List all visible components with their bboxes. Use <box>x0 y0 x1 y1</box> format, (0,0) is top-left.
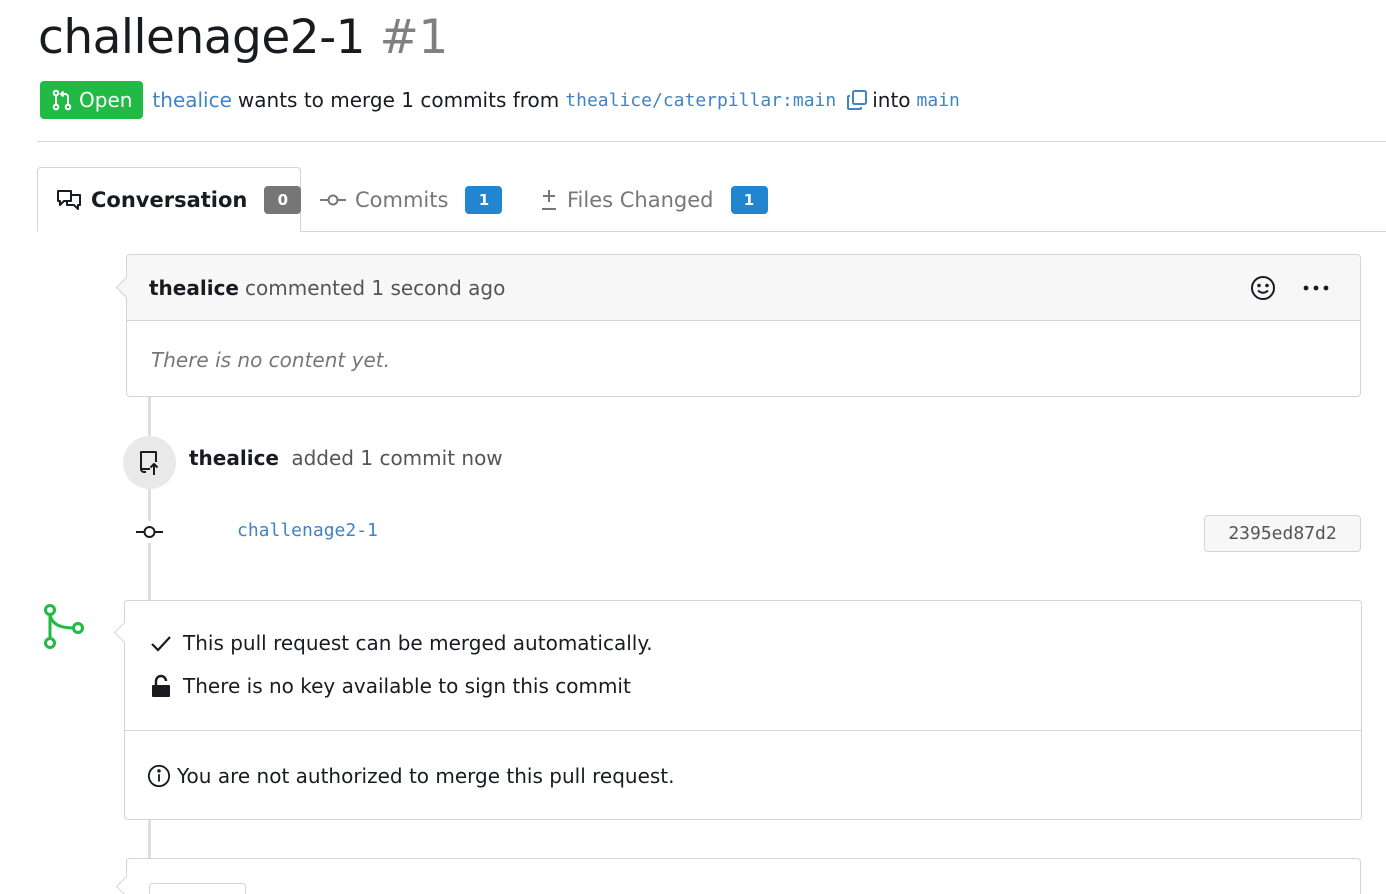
repo-push-icon <box>137 449 163 477</box>
copy-icon[interactable] <box>846 89 868 111</box>
pr-tabs: Conversation 0 Commits 1 Files Changed 1 <box>37 167 1386 232</box>
status-label: Open <box>79 88 133 112</box>
files-changed-count: 1 <box>730 185 768 214</box>
tab-commits[interactable]: Commits 1 <box>320 167 503 232</box>
info-icon <box>147 763 171 789</box>
avatar-placeholder <box>149 883 246 894</box>
tab-label: Files Changed <box>567 187 714 212</box>
page-title: challenage2-1 #1 <box>38 6 448 70</box>
merge-status-box: This pull request can be merged automati… <box>113 600 1362 820</box>
merge-divider <box>125 730 1361 731</box>
header-divider <box>37 141 1386 142</box>
git-merge-icon <box>40 603 86 651</box>
event-author[interactable]: thealice <box>189 446 279 470</box>
merge-check-text: This pull request can be merged automati… <box>183 631 653 655</box>
pull-request-icon <box>51 89 73 111</box>
event-action: added 1 commit now <box>291 446 503 470</box>
pull-request-page: challenage2-1 #1 Open thealice wants to … <box>0 0 1386 894</box>
comment-meta: commented 1 second ago <box>245 275 506 300</box>
form-pointer <box>115 875 138 894</box>
commit-event-text: thealice added 1 commit now <box>189 446 503 470</box>
target-branch-link[interactable]: main <box>917 90 960 111</box>
comments-icon <box>56 188 82 212</box>
merge-description: wants to merge 1 commits from <box>237 88 560 112</box>
commit-message-link[interactable]: challenage2-1 <box>237 520 378 541</box>
comment-body: There is no content yet. <box>151 347 390 372</box>
sign-status-text: There is no key available to sign this c… <box>183 674 631 698</box>
commits-count: 1 <box>465 185 503 214</box>
status-badge: Open <box>40 81 144 119</box>
more-options-icon[interactable] <box>1302 284 1330 292</box>
push-event-badge <box>123 436 176 489</box>
auth-row: You are not authorized to merge this pul… <box>147 763 675 789</box>
merge-check-row: This pull request can be merged automati… <box>149 631 653 655</box>
commit-icon <box>320 193 346 207</box>
sign-status-row: There is no key available to sign this c… <box>149 674 631 698</box>
tab-conversation[interactable]: Conversation 0 <box>37 167 302 232</box>
check-icon <box>149 634 173 652</box>
reaction-smiley-icon[interactable] <box>1250 275 1276 301</box>
comment-author[interactable]: thealice <box>149 276 239 300</box>
diff-icon <box>540 188 558 212</box>
pr-number: #1 <box>379 10 449 65</box>
comment-form-card <box>115 858 1361 894</box>
tab-label: Commits <box>355 187 449 212</box>
comment-card: thealice commented 1 second ago There is… <box>115 254 1361 397</box>
tab-files-changed[interactable]: Files Changed 1 <box>540 167 768 232</box>
conversation-count: 0 <box>264 185 302 214</box>
into-text: into <box>872 88 911 112</box>
pr-meta: Open thealice wants to merge 1 commits f… <box>40 81 960 119</box>
tab-label: Conversation <box>91 187 248 212</box>
merge-pointer <box>113 621 136 644</box>
comment-header: thealice commented 1 second ago <box>127 255 1360 321</box>
commit-sha-button[interactable]: 2395ed87d2 <box>1204 515 1361 552</box>
pr-title: challenage2-1 <box>38 10 366 65</box>
author-link[interactable]: thealice <box>152 88 232 112</box>
commit-node-icon <box>136 521 163 543</box>
comment-actions <box>1250 255 1330 320</box>
unlock-icon <box>149 674 173 698</box>
source-branch-link[interactable]: thealice/caterpillar:main <box>565 90 836 111</box>
auth-message-text: You are not authorized to merge this pul… <box>177 764 675 788</box>
